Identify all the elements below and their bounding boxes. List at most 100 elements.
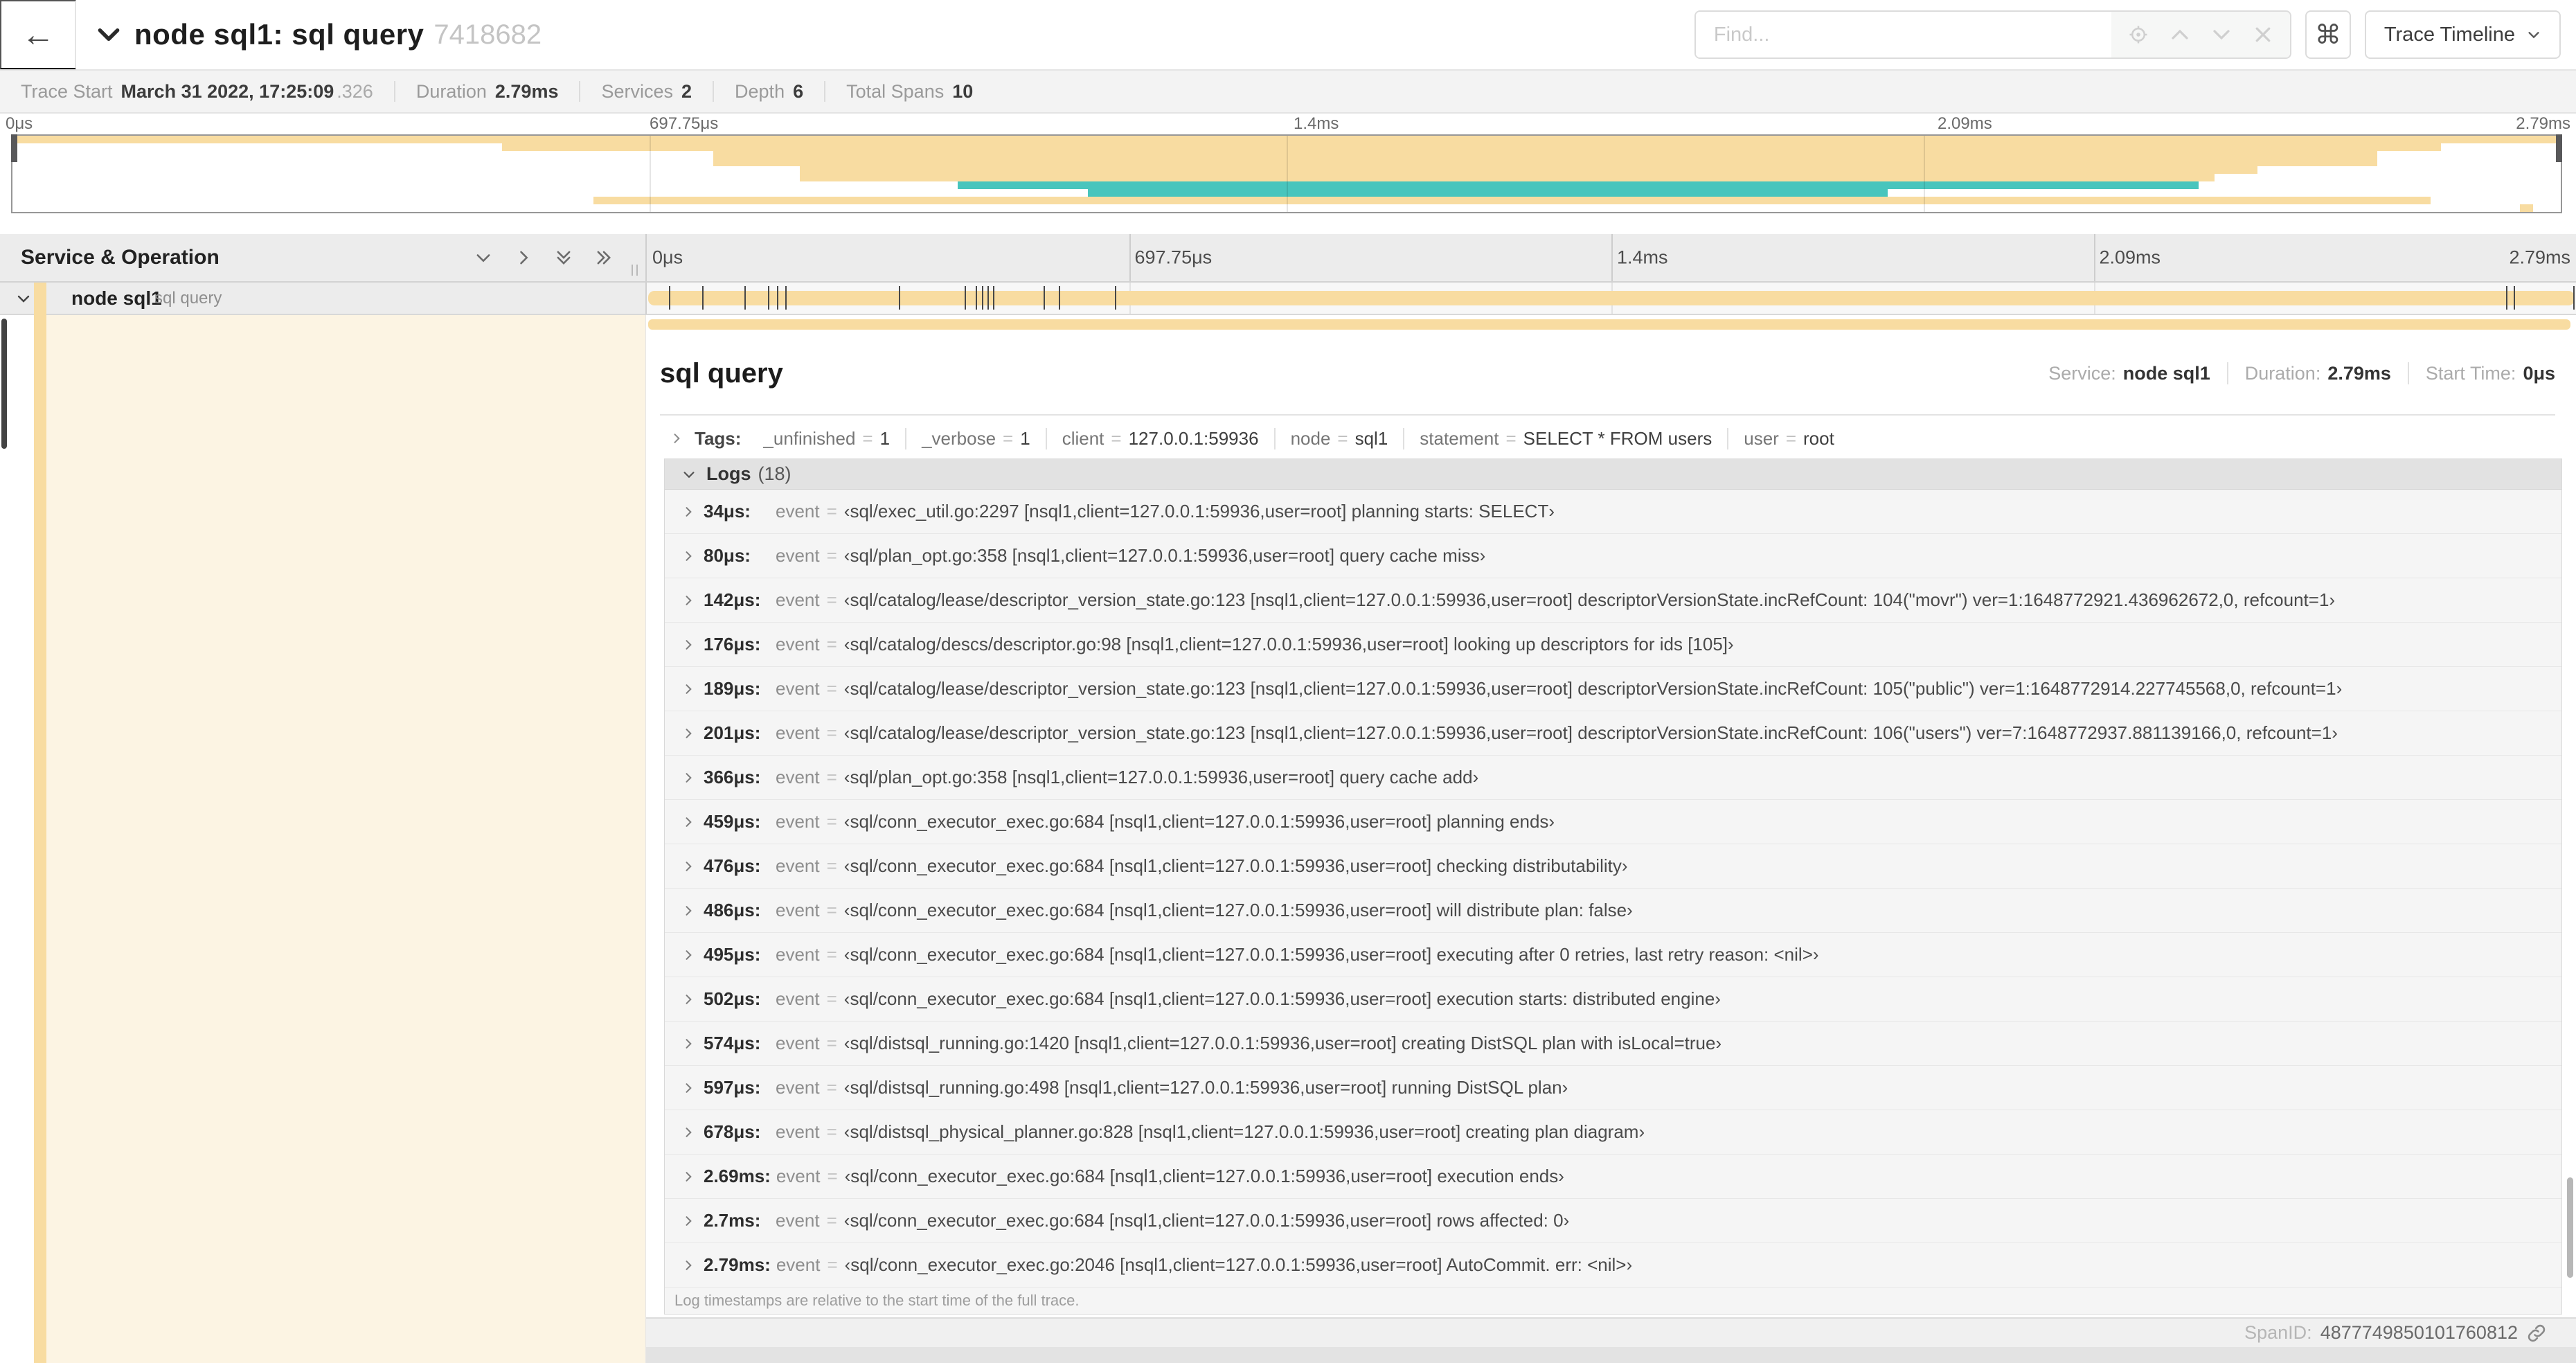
log-timestamp: 678μs: [704, 1121, 761, 1142]
minimap-span-bar [593, 197, 2431, 204]
timeline-header-row: Service & Operation 0μs 697.75μs 1.4ms 2.09… [0, 234, 2576, 283]
chevron-right-icon [681, 948, 695, 962]
log-field-value: ‹sql/conn_executor_exec.go:684 [nsql1,cl… [843, 855, 1628, 876]
log-row[interactable]: 2.69ms: event = ‹sql/conn_executor_exec.… [665, 1155, 2561, 1199]
minimap-left-scrubber[interactable] [11, 134, 17, 162]
log-row[interactable]: 678μs: event = ‹sql/distsql_physical_pla… [665, 1110, 2561, 1155]
log-row[interactable]: 176μs: event = ‹sql/catalog/descs/descri… [665, 623, 2561, 667]
log-row[interactable]: 502μs: event = ‹sql/conn_executor_exec.g… [665, 977, 2561, 1022]
collapse-one-icon[interactable] [474, 248, 493, 267]
find-prev-icon[interactable] [2170, 24, 2190, 45]
log-field-key: event [776, 678, 820, 699]
equals-sign: = [826, 501, 837, 522]
trace-total-spans: Total Spans 10 [846, 80, 974, 102]
trace-duration: Duration 2.79ms [415, 80, 559, 102]
tags-accordion[interactable]: Tags: _unfinished = 1 _verbose = 1 clien… [660, 420, 2555, 456]
logs-header[interactable]: Logs (18) [665, 459, 2561, 490]
trace-view-selector[interactable]: Trace Timeline [2364, 10, 2561, 59]
tag-value: SELECT * FROM users [1523, 427, 1712, 449]
log-row[interactable]: 201μs: event = ‹sql/catalog/lease/descri… [665, 711, 2561, 756]
time-tick-label: 2.09ms [2099, 247, 2161, 268]
log-field-value: ‹sql/conn_executor_exec.go:684 [nsql1,cl… [844, 1166, 1564, 1186]
log-row[interactable]: 459μs: event = ‹sql/conn_executor_exec.g… [665, 800, 2561, 844]
span-detail-header: sql query Service: node sql1 Duration: 2… [660, 336, 2555, 411]
log-marker-tick [976, 286, 978, 310]
equals-sign: = [826, 1033, 837, 1053]
tag-key: _unfinished [763, 427, 856, 449]
log-marker-tick [701, 286, 704, 310]
span-id-label: SpanID: [2244, 1322, 2312, 1343]
right-scrollbar-thumb[interactable] [2567, 1177, 2573, 1278]
chevron-down-icon[interactable] [96, 21, 122, 48]
log-row[interactable]: 366μs: event = ‹sql/plan_opt.go:358 [nsq… [665, 756, 2561, 800]
log-row[interactable]: 34μs: event = ‹sql/exec_util.go:2297 [ns… [665, 490, 2561, 534]
log-row[interactable]: 2.7ms: event = ‹sql/conn_executor_exec.g… [665, 1199, 2561, 1243]
log-row[interactable]: 142μs: event = ‹sql/catalog/lease/descri… [665, 578, 2561, 623]
log-timestamp: 2.79ms: [704, 1254, 771, 1275]
log-row[interactable]: 80μs: event = ‹sql/plan_opt.go:358 [nsql… [665, 534, 2561, 578]
chevron-down-icon[interactable] [15, 290, 32, 307]
tags-label: Tags: [695, 427, 742, 449]
time-tick-label: 2.79ms [2509, 247, 2570, 268]
chevron-right-icon [681, 771, 695, 785]
log-row[interactable]: 476μs: event = ‹sql/conn_executor_exec.g… [665, 844, 2561, 889]
span-row-name-cell[interactable]: node sql1 sql query [0, 283, 645, 315]
log-row[interactable]: 574μs: event = ‹sql/distsql_running.go:1… [665, 1022, 2561, 1066]
span-detail-panel: sql query Service: node sql1 Duration: 2… [645, 315, 2576, 1363]
log-timestamp: 2.69ms: [704, 1166, 771, 1186]
minimap-span-bar [501, 143, 2442, 151]
log-marker-tick [669, 286, 671, 310]
log-marker-tick [987, 286, 990, 310]
trace-depth: Depth 6 [735, 80, 804, 102]
log-field-value: ‹sql/conn_executor_exec.go:684 [nsql1,cl… [843, 1210, 1570, 1231]
left-scrollbar-thumb[interactable] [1, 319, 7, 449]
collapse-all-icon[interactable] [554, 248, 573, 267]
log-field-value: ‹sql/plan_opt.go:358 [nsql1,client=127.0… [843, 767, 1479, 787]
log-row[interactable]: 189μs: event = ‹sql/catalog/lease/descri… [665, 667, 2561, 711]
log-entries-list: 34μs: event = ‹sql/exec_util.go:2297 [ns… [665, 490, 2561, 1288]
equals-sign: = [826, 545, 837, 566]
expand-one-icon[interactable] [514, 248, 533, 267]
keyboard-shortcuts-button[interactable]: ⌘ [2305, 10, 2351, 59]
service-value: node sql1 [2122, 362, 2210, 384]
log-row[interactable]: 486μs: event = ‹sql/conn_executor_exec.g… [665, 889, 2561, 933]
log-field-value: ‹sql/catalog/lease/descriptor_version_st… [843, 589, 2336, 610]
minimap-right-scrubber[interactable] [2556, 134, 2562, 162]
log-field-value: ‹sql/plan_opt.go:358 [nsql1,client=127.0… [843, 545, 1486, 566]
minimap-span-bar [1087, 189, 1888, 197]
span-service-name: node sql1 [71, 287, 162, 309]
log-field-value: ‹sql/conn_executor_exec.go:2046 [nsql1,c… [844, 1254, 1633, 1275]
log-row[interactable]: 2.79ms: event = ‹sql/conn_executor_exec.… [665, 1243, 2561, 1288]
clear-find-icon[interactable] [2253, 24, 2273, 45]
log-timestamp: 495μs: [704, 944, 761, 965]
chevron-right-icon [681, 594, 695, 607]
chevron-down-icon [681, 467, 697, 482]
log-field-key: event [776, 545, 820, 566]
tag-key: statement [1420, 427, 1499, 449]
log-row[interactable]: 495μs: event = ‹sql/conn_executor_exec.g… [665, 933, 2561, 977]
span-color-accent-strip [34, 283, 46, 1363]
span-duration-bar[interactable] [648, 291, 2575, 305]
log-field-key: event [776, 1166, 821, 1186]
log-row[interactable]: 597μs: event = ‹sql/distsql_running.go:4… [665, 1066, 2561, 1110]
log-field-key: event [776, 722, 820, 743]
trace-minimap[interactable] [11, 134, 2562, 213]
expand-all-icon[interactable] [594, 248, 614, 267]
find-input[interactable] [1695, 12, 2111, 57]
match-case-icon[interactable] [2128, 24, 2149, 45]
span-row[interactable]: node sql1 sql query [0, 283, 2576, 315]
log-marker-tick [2573, 286, 2575, 310]
log-field-value: ‹sql/catalog/lease/descriptor_version_st… [843, 722, 2338, 743]
log-timestamp: 574μs: [704, 1033, 761, 1053]
service-label: Service: [2048, 362, 2116, 384]
log-marker-tick [1059, 286, 1061, 310]
find-next-icon[interactable] [2211, 24, 2232, 45]
deep-link-icon[interactable] [2526, 1323, 2547, 1344]
column-resizer-grip[interactable] [632, 265, 638, 276]
start-time-value: 0μs [2523, 362, 2555, 384]
span-row-timeline-cell[interactable] [645, 283, 2576, 315]
back-button[interactable]: ← [0, 0, 76, 69]
divider [393, 81, 395, 102]
chevron-right-icon [681, 505, 695, 519]
log-marker-tick [993, 286, 995, 310]
